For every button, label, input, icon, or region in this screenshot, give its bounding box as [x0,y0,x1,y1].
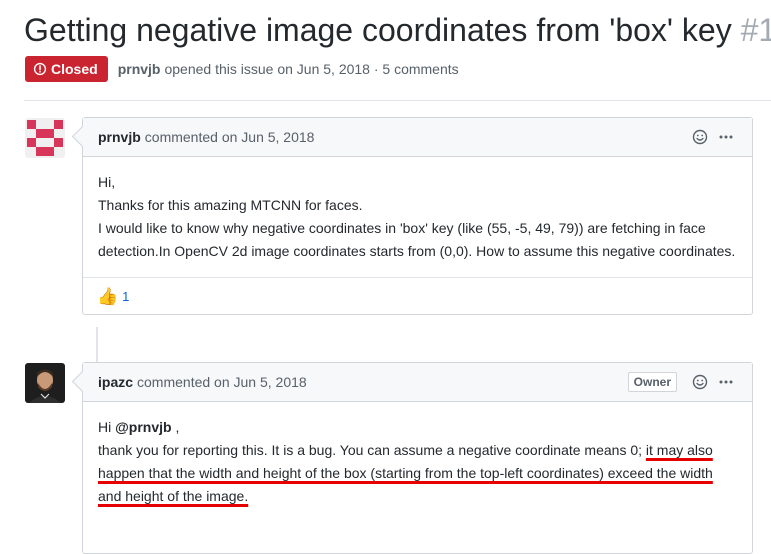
thumbs-up-reaction-icon[interactable]: 👍 [97,288,118,305]
comment-2-timestamp[interactable]: commented on Jun 5, 2018 [137,374,307,390]
issue-title: Getting negative image coordinates from … [24,8,771,52]
comment-2-greeting: Hi @prnvjb , [98,416,737,439]
comment-1-body: Hi, Thanks for this amazing MTCNN for fa… [83,157,752,277]
comment-1-timestamp[interactable]: commented on Jun 5, 2018 [145,129,315,145]
header-divider [24,100,771,101]
timeline-connector [96,327,98,363]
kebab-menu-icon[interactable] [715,371,737,393]
issue-meta: Closed prnvjb opened this issue on Jun 5… [25,56,459,82]
comment-2: ipazc commented on Jun 5, 2018 Owner Hi … [71,362,753,554]
status-label: Closed [51,61,98,77]
comment-1-line: Hi, [98,174,116,190]
comment-1-header: prnvjb commented on Jun 5, 2018 [83,118,752,157]
smiley-icon[interactable] [689,371,711,393]
comment-2-paragraph: thank you for reporting this. It is a bu… [98,439,737,508]
user-avatar-photo[interactable] [25,363,65,403]
comment-1-line: I would like to know why negative coordi… [98,220,736,259]
identicon-avatar[interactable] [25,118,65,158]
comment-1: prnvjb commented on Jun 5, 2018 Hi, Than… [71,117,753,315]
comment-1-author[interactable]: prnvjb [98,129,141,145]
comment-1-line: Thanks for this amazing MTCNN for faces. [98,197,363,213]
comment-2-text: thank you for reporting this. It is a bu… [98,442,646,458]
issue-meta-text: opened this issue on Jun 5, 2018 · 5 com… [164,61,459,77]
comment-2-body: Hi @prnvjb , thank you for reporting thi… [83,402,752,508]
closed-issue-icon [33,62,47,76]
status-badge: Closed [25,56,108,82]
issue-number: #11 [740,12,771,48]
issue-title-text: Getting negative image coordinates from … [24,12,732,48]
smiley-icon[interactable] [689,126,711,148]
reactions-bar: 👍 1 [83,277,752,314]
kebab-menu-icon[interactable] [715,126,737,148]
issue-author-link[interactable]: prnvjb [118,61,161,77]
owner-badge: Owner [627,372,677,392]
comment-2-header: ipazc commented on Jun 5, 2018 Owner [83,363,752,402]
reaction-count[interactable]: 1 [122,289,129,304]
greeting-text: Hi [98,419,112,435]
comment-2-author[interactable]: ipazc [98,374,133,390]
greeting-end: , [171,419,180,435]
user-mention-link[interactable]: @prnvjb [115,419,171,435]
